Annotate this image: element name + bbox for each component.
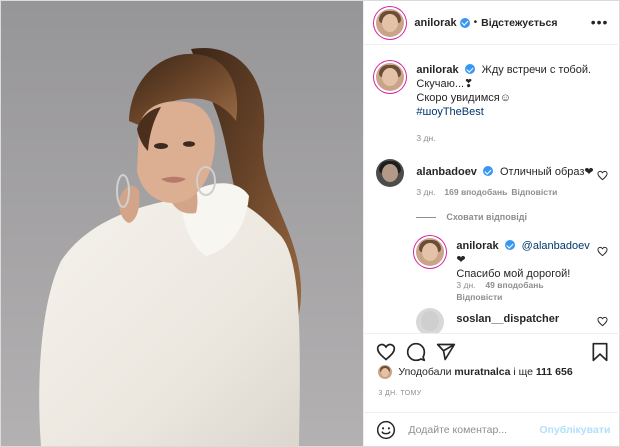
reply-body: Спасибо мой дорогой! bbox=[456, 268, 571, 280]
reply-username[interactable]: anilorak bbox=[456, 240, 498, 252]
comment-username[interactable]: alanbadoev bbox=[416, 166, 477, 178]
verified-icon bbox=[459, 17, 470, 28]
reply-avatar[interactable] bbox=[416, 238, 445, 266]
liker-avatar bbox=[378, 365, 393, 379]
publish-button[interactable]: Опублікувати bbox=[539, 424, 610, 436]
add-comment-bar: Опублікувати bbox=[364, 412, 620, 446]
post-date: 3 ДН. ТОМУ bbox=[378, 390, 422, 397]
comment-like-heart-icon[interactable] bbox=[597, 170, 608, 181]
more-options-icon[interactable]: ••• bbox=[591, 15, 609, 29]
portrait-illustration bbox=[1, 1, 364, 446]
reply-text: anilorak @alanbadoev ❤ Спасибо мой дорог… bbox=[456, 238, 596, 281]
post-sidebar: anilorak • Відстежується ••• anilorak Жд… bbox=[363, 1, 620, 446]
instagram-post: anilorak • Відстежується ••• anilorak Жд… bbox=[0, 0, 620, 447]
bookmark-icon[interactable] bbox=[590, 342, 610, 362]
likes-middle: і ще bbox=[513, 366, 533, 378]
reply-text: soslan__dispatcher bbox=[456, 308, 596, 333]
likes-prefix: Уподобали bbox=[398, 366, 452, 378]
caption-username[interactable]: anilorak bbox=[416, 64, 458, 76]
reply-avatar[interactable] bbox=[416, 308, 445, 333]
divider-line bbox=[416, 216, 437, 218]
hide-replies-label: Сховати відповіді bbox=[446, 212, 527, 222]
reply-like-heart-icon[interactable] bbox=[597, 316, 608, 327]
reply-like-heart-icon[interactable] bbox=[597, 246, 608, 257]
post-photo[interactable] bbox=[1, 1, 364, 446]
verified-icon bbox=[464, 64, 475, 74]
reply-likes-count[interactable]: 49 вподобань bbox=[485, 280, 543, 290]
likes-count[interactable]: 111 656 bbox=[536, 366, 573, 378]
reply-mention[interactable]: @alanbadoev bbox=[522, 240, 590, 252]
post-header: anilorak • Відстежується ••• bbox=[364, 1, 620, 45]
reply-username[interactable]: soslan__dispatcher bbox=[456, 313, 559, 325]
likes-summary[interactable]: Уподобали muratnalca і ще 111 656 bbox=[378, 365, 573, 379]
comment-body: Отличный образ❤ bbox=[500, 166, 594, 178]
verified-icon bbox=[482, 166, 493, 176]
share-icon[interactable] bbox=[436, 342, 456, 362]
author-avatar[interactable] bbox=[376, 8, 405, 37]
comment-reply-button[interactable]: Відповісти bbox=[511, 187, 557, 197]
separator-dot: • bbox=[473, 17, 478, 28]
caption-time: 3 дн. bbox=[416, 133, 436, 143]
author-username[interactable]: anilorak bbox=[414, 17, 456, 29]
likes-user[interactable]: muratnalca bbox=[454, 366, 510, 378]
caption-line-2: Скучаю...❣ bbox=[416, 78, 474, 90]
comment-avatar[interactable] bbox=[376, 159, 405, 187]
caption-text: anilorak Жду встречи с тобой. Скучаю...❣… bbox=[416, 63, 596, 119]
heart-icon[interactable] bbox=[376, 342, 396, 362]
reply-item: soslan__dispatcher bbox=[416, 308, 596, 333]
reply-time: 3 дн. bbox=[456, 280, 476, 290]
comment-text: alanbadoev Отличный образ❤ bbox=[416, 159, 596, 187]
caption-hashtag[interactable]: #шоуTheBest bbox=[416, 106, 483, 118]
hide-replies-button[interactable]: Сховати відповіді bbox=[416, 212, 527, 222]
comment-icon[interactable] bbox=[406, 342, 426, 362]
caption-avatar[interactable] bbox=[376, 63, 405, 91]
following-status[interactable]: Відстежується bbox=[481, 17, 557, 29]
comment-item: alanbadoev Отличный образ❤ bbox=[376, 159, 596, 187]
caption-line-1: Жду встречи с тобой. bbox=[481, 64, 592, 76]
reply-item: anilorak @alanbadoev ❤ Спасибо мой дорог… bbox=[416, 238, 596, 281]
emoji-icon[interactable] bbox=[376, 420, 396, 440]
caption-line-3: Скоро увидимся☺ bbox=[416, 92, 511, 104]
comment-input[interactable] bbox=[408, 423, 549, 436]
reply-heart-emoji: ❤ bbox=[456, 254, 466, 266]
comment-likes-count[interactable]: 169 вподобань bbox=[444, 187, 507, 197]
comment-time: 3 дн. bbox=[416, 187, 436, 197]
caption: anilorak Жду встречи с тобой. Скучаю...❣… bbox=[376, 63, 596, 119]
reply-reply-button[interactable]: Відповісти bbox=[456, 292, 502, 302]
verified-icon bbox=[504, 240, 515, 250]
comments-section[interactable]: anilorak Жду встречи с тобой. Скучаю...❣… bbox=[364, 46, 620, 333]
